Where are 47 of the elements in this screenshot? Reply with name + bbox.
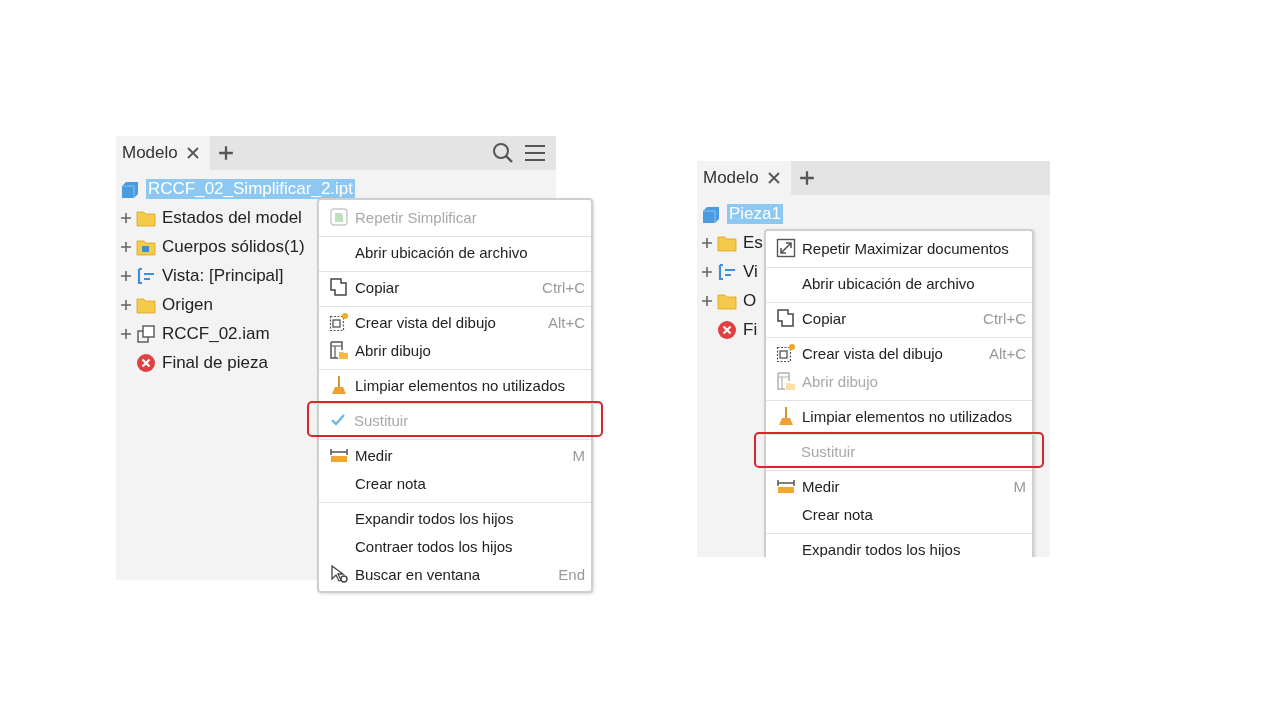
menu-item[interactable]: Buscar en ventana End	[319, 560, 591, 588]
tree-item[interactable]: RCCF_02.iam	[160, 323, 272, 344]
menu-item[interactable]: Abrir dibujo	[319, 336, 591, 364]
search-icon[interactable]	[492, 142, 514, 164]
expand-icon[interactable]	[701, 294, 713, 307]
broom-icon	[329, 375, 349, 395]
expand-icon[interactable]	[120, 298, 132, 311]
view-tree-icon	[717, 261, 737, 282]
copy-icon	[329, 277, 349, 297]
menu-item[interactable]: Contraer todos los hijos	[319, 532, 591, 560]
resize-icon	[776, 238, 796, 258]
error-icon	[136, 352, 156, 373]
expand-icon[interactable]	[120, 269, 132, 282]
tree-item[interactable]: Fi	[741, 319, 760, 340]
broom-icon	[776, 406, 796, 426]
menu-item[interactable]: Expandir todos los hijos	[766, 533, 1032, 557]
view-tree-icon	[136, 265, 156, 286]
copy-icon	[776, 308, 796, 328]
expand-icon[interactable]	[120, 211, 132, 224]
assembly-icon	[136, 323, 156, 344]
drawing-view-icon	[776, 343, 796, 363]
tree-item[interactable]: O	[741, 290, 759, 311]
menu-icon[interactable]	[524, 142, 546, 164]
tree-item[interactable]: Vi	[741, 261, 760, 282]
tree-item[interactable]: Vista: [Principal]	[160, 265, 286, 286]
close-icon[interactable]	[185, 146, 200, 160]
drawing-icon	[329, 340, 349, 360]
menu-item[interactable]: Crear nota	[766, 500, 1032, 528]
drawing-view-icon	[329, 312, 349, 332]
add-tab-icon[interactable]	[217, 145, 234, 161]
expand-icon[interactable]	[701, 265, 713, 278]
menu-item[interactable]: Repetir Maximizar documentos	[766, 234, 1032, 262]
drawing-icon	[776, 371, 796, 391]
add-tab-icon[interactable]	[798, 170, 815, 186]
tree-item[interactable]: Cuerpos sólidos(1)	[160, 236, 307, 257]
expand-icon[interactable]	[120, 327, 132, 340]
document-icon	[329, 207, 349, 227]
tree-item[interactable]: Final de pieza	[160, 352, 270, 373]
expand-icon[interactable]	[701, 236, 713, 249]
expand-icon[interactable]	[120, 240, 132, 253]
pointer-search-icon	[329, 564, 349, 584]
close-icon[interactable]	[766, 171, 781, 185]
tree-item[interactable]: Estados del model	[160, 207, 304, 228]
tree-item[interactable]: Origen	[160, 294, 216, 315]
error-icon	[717, 319, 737, 340]
tree-item[interactable]: Es	[741, 232, 765, 253]
menu-item[interactable]: Crear nota	[319, 469, 591, 497]
